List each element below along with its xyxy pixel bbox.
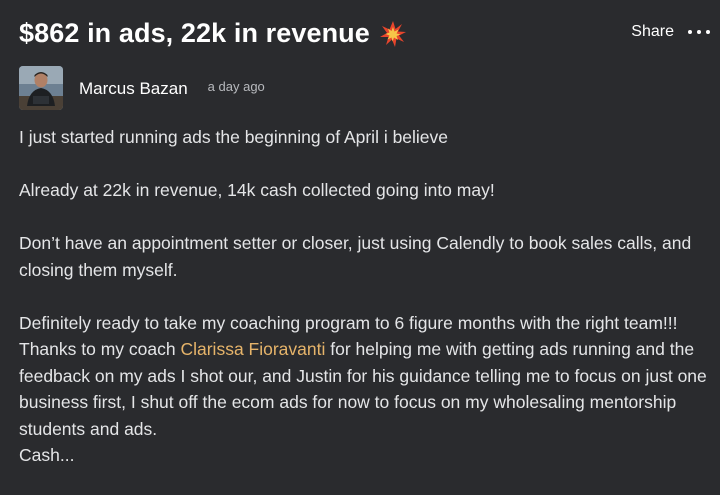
post-paragraph: Already at 22k in revenue, 14k cash coll… [19,180,495,200]
user-mention-link[interactable]: Clarissa Fioravanti [180,339,325,359]
post-actions: Share [631,22,710,42]
post-timestamp: a day ago [207,79,265,94]
more-options-icon[interactable] [688,22,710,42]
post-text: Thanks to my coach [19,339,181,359]
avatar[interactable] [19,66,63,110]
post-header: $862 in ads, 22k in revenue [19,18,406,49]
avatar-photo-icon [19,66,63,110]
post-paragraph: I just started running ads the beginning… [19,127,449,147]
post-body: I just started running ads the beginning… [19,124,709,495]
post-text: Cash... [19,445,75,465]
author-row: Marcus Bazan a day ago [19,66,265,110]
dot-3 [706,30,710,34]
dot-2 [697,30,701,34]
collision-emoji-icon [379,20,406,47]
dot-1 [688,30,692,34]
post-paragraph: Don’t have an appointment setter or clos… [19,233,692,280]
post-title: $862 in ads, 22k in revenue [19,18,370,48]
post-text: Definitely ready to take my coaching pro… [19,312,678,333]
author-name[interactable]: Marcus Bazan [79,79,188,99]
post-paragraph: Definitely ready to take my coaching pro… [19,310,709,469]
share-button[interactable]: Share [631,23,674,41]
